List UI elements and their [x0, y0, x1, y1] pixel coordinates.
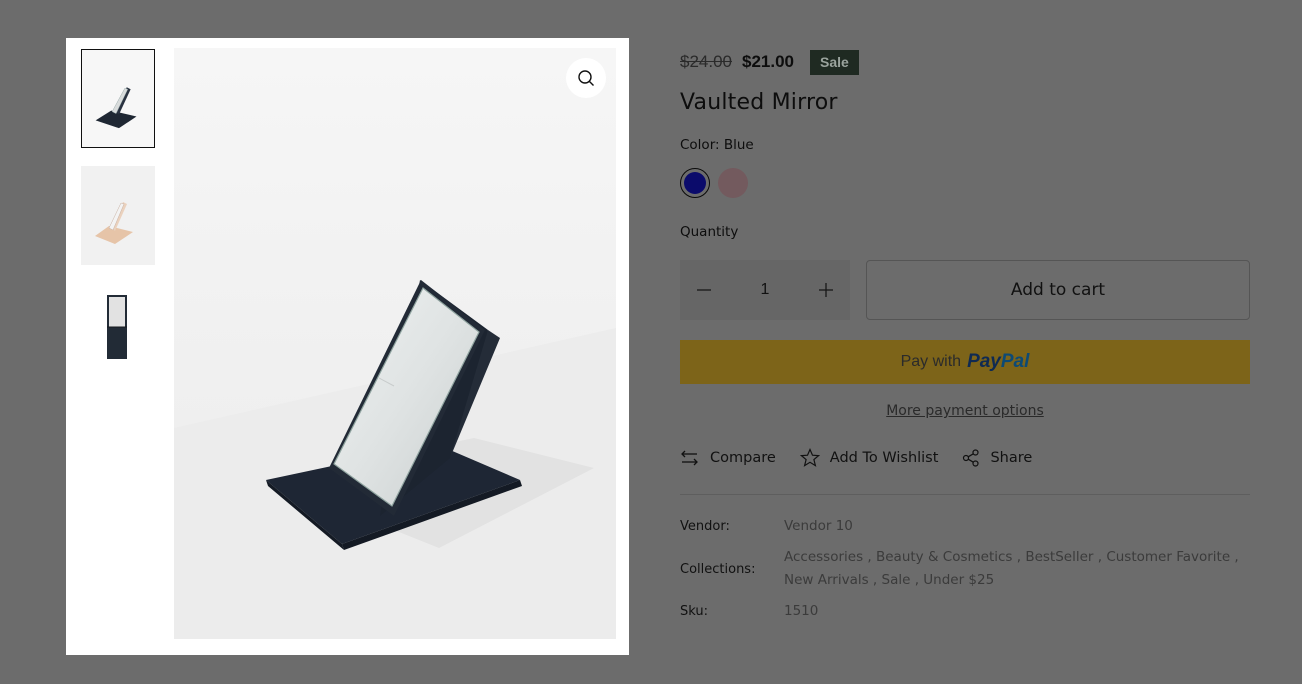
meta-collections: Collections: Accessories , Beauty & Cosm…	[680, 546, 1250, 592]
magnifier-icon	[578, 70, 594, 86]
vendor-key: Vendor:	[680, 519, 730, 534]
thumbnail-3[interactable]	[81, 283, 155, 382]
color-swatches	[680, 168, 1250, 198]
minus-icon	[697, 289, 711, 291]
meta-vendor: Vendor: Vendor 10	[680, 515, 1250, 538]
main-product-image[interactable]	[174, 48, 616, 639]
paypal-prefix: Pay with	[900, 353, 962, 370]
paypal-button[interactable]: Pay with Pay Pal	[680, 340, 1250, 384]
more-payment-options-link[interactable]: More payment options	[680, 403, 1250, 419]
compare-label: Compare	[710, 450, 776, 466]
thumbnail-2[interactable]	[81, 166, 155, 265]
paypal-logo-pal: Pal	[1000, 351, 1030, 372]
product-info: $24.00 $21.00 Sale Vaulted Mirror Color:…	[680, 48, 1250, 631]
paypal-logo-pay: Pay	[967, 351, 1001, 372]
divider	[680, 494, 1250, 495]
collections-value[interactable]: Accessories , Beauty & Cosmetics , BestS…	[784, 546, 1250, 592]
thumbnail-image-2	[81, 166, 155, 265]
thumbnail-image-3	[81, 283, 155, 382]
share-icon	[963, 449, 980, 467]
share-label: Share	[990, 450, 1033, 466]
quantity-label: Quantity	[680, 224, 739, 240]
zoom-button[interactable]	[566, 58, 606, 98]
add-to-cart-button[interactable]: Add to cart	[866, 260, 1250, 320]
collections-key: Collections:	[680, 561, 756, 577]
compare-price: $24.00	[680, 52, 732, 71]
swatch-pink[interactable]	[718, 168, 748, 198]
decrease-quantity-button[interactable]	[688, 274, 720, 306]
vendor-value[interactable]: Vendor 10	[784, 515, 1250, 538]
price-row: $24.00 $21.00 Sale	[680, 48, 1250, 76]
meta-sku: Sku: 1510	[680, 600, 1250, 623]
sku-key: Sku:	[680, 604, 708, 619]
product-photo	[174, 48, 616, 639]
swatch-blue[interactable]	[680, 168, 710, 198]
product-meta: Vendor: Vendor 10 Collections: Accessori…	[680, 515, 1250, 623]
wishlist-label: Add To Wishlist	[829, 450, 939, 466]
color-label: Color: Blue	[680, 137, 754, 153]
sku-value: 1510	[784, 603, 819, 619]
compare-arrows-icon	[681, 450, 698, 466]
product-title: Vaulted Mirror	[680, 90, 838, 115]
swatch-pink-dot	[718, 168, 748, 198]
compare-button[interactable]: Compare	[680, 450, 776, 466]
thumbnail-list	[81, 49, 155, 400]
sale-badge: Sale	[810, 49, 859, 75]
share-button[interactable]: Share	[962, 449, 1032, 467]
add-to-wishlist-button[interactable]: Add To Wishlist	[799, 448, 939, 468]
media-gallery	[66, 38, 629, 655]
increase-quantity-button[interactable]	[810, 274, 842, 306]
swatch-blue-dot	[684, 172, 706, 194]
quantity-row: 1 Add to cart	[680, 260, 1250, 320]
sale-price: $21.00	[742, 52, 794, 71]
product-actions: Compare Add To Wishlist Share	[680, 447, 1250, 469]
quantity-stepper: 1	[680, 260, 850, 320]
thumbnail-image-1	[82, 50, 154, 147]
plus-icon	[819, 283, 833, 297]
quantity-value[interactable]: 1	[761, 281, 770, 299]
thumbnail-1[interactable]	[81, 49, 155, 148]
star-icon	[799, 448, 820, 467]
